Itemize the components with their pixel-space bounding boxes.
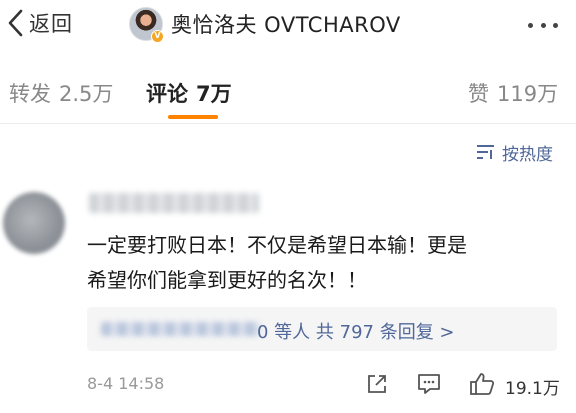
comment-line: 希望你们能拿到更好的名次！！	[87, 268, 367, 292]
more-icon[interactable]	[528, 10, 558, 40]
comment-line: 一定要打败日本！不仅是希望日本输！更是	[87, 233, 467, 257]
username[interactable]: 奥恰洛夫 OVTCHAROV	[171, 9, 401, 39]
tab-bar: 转发 2.5万 评论 7万 赞 119万	[0, 62, 576, 124]
tab-likes[interactable]: 赞 119万	[468, 78, 558, 108]
comment-time: 8-4 14:58	[87, 374, 165, 393]
comment-icon[interactable]	[414, 370, 444, 398]
back-label: 返回	[29, 12, 73, 36]
replies-box[interactable]: 0 等人 共 797 条回复 >	[87, 307, 557, 351]
sort-icon	[477, 145, 494, 159]
tab-count: 119万	[497, 82, 559, 106]
comment-text: 一定要打败日本！不仅是希望日本输！更是 希望你们能拿到更好的名次！！	[87, 228, 547, 298]
share-icon[interactable]	[362, 370, 392, 398]
commenter-avatar[interactable]	[3, 192, 65, 254]
commenter-name-blurred[interactable]	[89, 193, 259, 213]
back-button[interactable]: 返回	[6, 6, 73, 40]
tab-label: 评论	[146, 82, 188, 106]
sort-button[interactable]: 按热度	[476, 139, 553, 165]
top-bar: 返回 奥恰洛夫 OVTCHAROV V	[0, 0, 576, 52]
tab-label: 转发	[9, 82, 51, 106]
replies-link[interactable]: 0 等人 共 797 条回复 >	[257, 318, 455, 344]
user-header[interactable]: 奥恰洛夫 OVTCHAROV	[129, 6, 401, 42]
tab-comments[interactable]: 评论 7万	[146, 78, 232, 108]
like-count: 19.1万	[505, 379, 560, 399]
tab-count: 7万	[196, 82, 232, 106]
repliers-blurred	[101, 322, 261, 336]
like-icon[interactable]	[467, 370, 497, 398]
tab-label: 赞	[468, 82, 489, 106]
verified-badge-icon: V	[151, 30, 164, 43]
tab-count: 2.5万	[59, 82, 114, 106]
tab-reposts[interactable]: 转发 2.5万	[9, 78, 113, 108]
active-tab-indicator	[168, 115, 218, 119]
chevron-left-icon	[8, 9, 23, 37]
sort-label: 按热度	[502, 144, 553, 165]
